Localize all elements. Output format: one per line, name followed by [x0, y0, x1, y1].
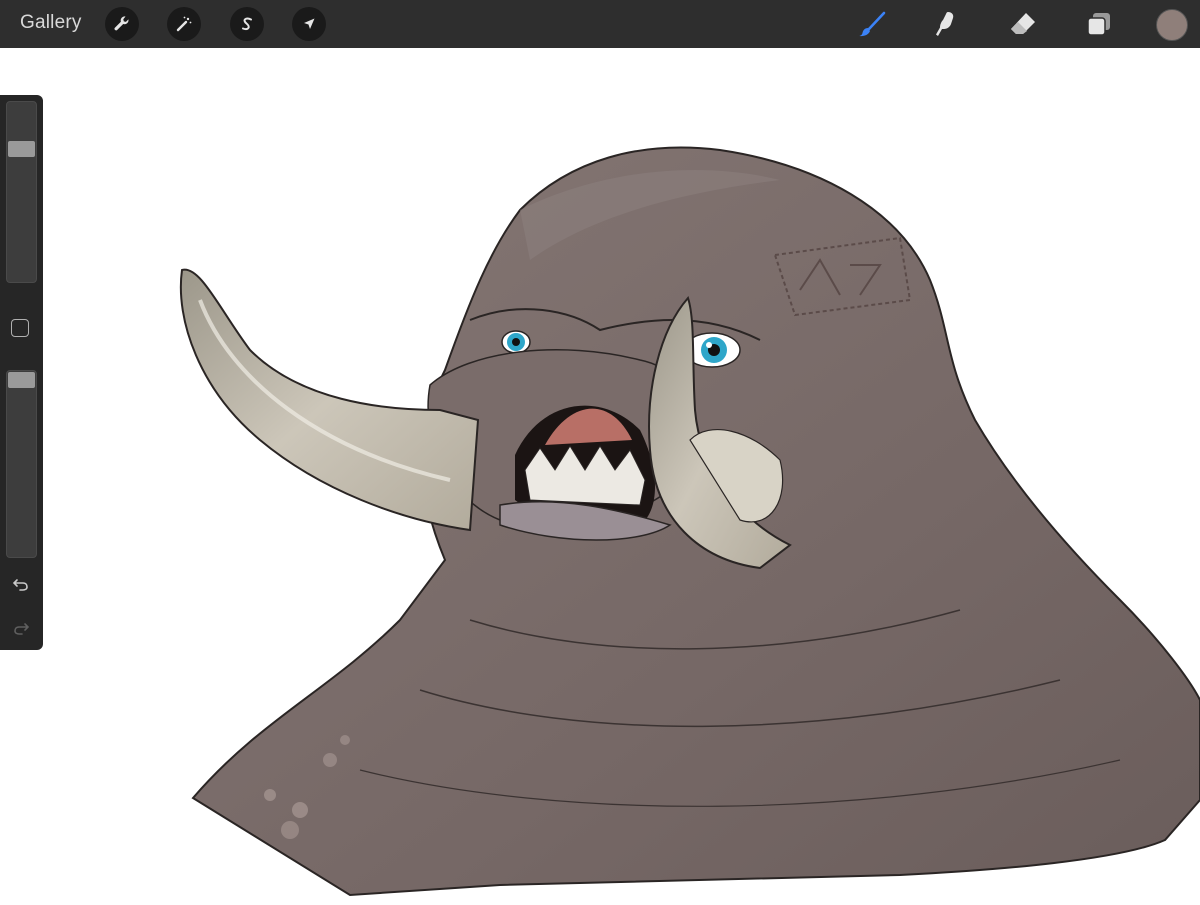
redo-icon	[14, 623, 30, 635]
smudge-finger-icon	[936, 12, 954, 36]
redo-button[interactable]	[10, 617, 32, 639]
undo-icon	[12, 579, 28, 591]
selection-button[interactable]	[230, 7, 264, 41]
magic-wand-icon	[176, 16, 192, 32]
modify-button[interactable]	[11, 319, 29, 337]
wrench-icon	[114, 16, 129, 31]
selection-s-icon	[242, 17, 252, 31]
opacity-thumb[interactable]	[8, 372, 35, 388]
drawing-canvas[interactable]	[0, 48, 1200, 900]
eraser-icon	[1011, 13, 1035, 34]
layers-button[interactable]	[1083, 8, 1115, 40]
paint-tool-button[interactable]	[856, 8, 888, 40]
walrus-artwork	[179, 146, 1200, 897]
transform-button[interactable]	[292, 7, 326, 41]
arrow-cursor-icon	[304, 18, 315, 29]
smudge-tool-button[interactable]	[930, 8, 962, 40]
layers-icon	[1087, 13, 1110, 36]
left-sidebar	[0, 95, 43, 650]
opacity-slider[interactable]	[6, 370, 37, 558]
brush-size-slider[interactable]	[6, 101, 37, 283]
color-swatch[interactable]	[1156, 9, 1188, 41]
brush-size-thumb[interactable]	[8, 141, 35, 157]
erase-tool-button[interactable]	[1007, 8, 1039, 40]
brush-icon	[859, 11, 886, 37]
top-toolbar: Gallery	[0, 0, 1200, 48]
actions-button[interactable]	[105, 7, 139, 41]
adjustments-button[interactable]	[167, 7, 201, 41]
gallery-button[interactable]: Gallery	[20, 12, 82, 34]
undo-button[interactable]	[10, 573, 32, 595]
